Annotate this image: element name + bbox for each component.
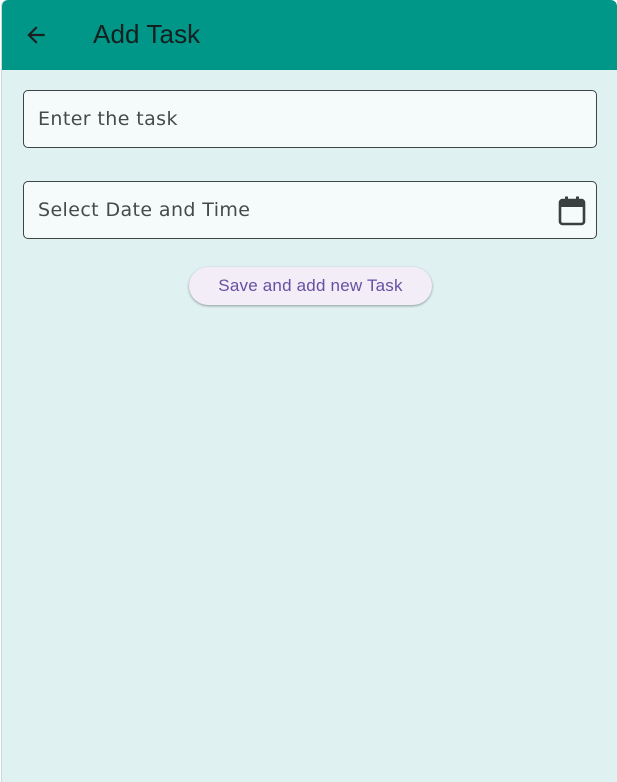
back-button[interactable] (16, 15, 56, 55)
page-title: Add Task (93, 19, 201, 49)
arrow-left-icon (27, 26, 45, 44)
date-time-field[interactable] (23, 181, 597, 239)
date-time-input[interactable] (24, 182, 596, 238)
task-field[interactable] (23, 90, 597, 148)
app-bar: Add Task (2, 0, 617, 70)
task-input[interactable] (24, 91, 596, 147)
calendar-icon[interactable] (558, 196, 586, 226)
add-task-screen: Add Task Save and add new Task (1, 0, 617, 782)
save-and-add-new-task-button[interactable]: Save and add new Task (189, 267, 432, 305)
